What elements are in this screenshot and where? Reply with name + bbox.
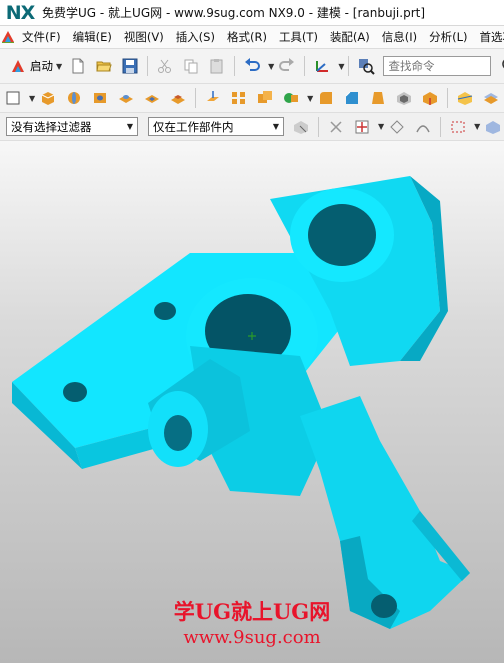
pattern-icon[interactable]: [228, 87, 250, 109]
undo-icon[interactable]: [241, 55, 263, 77]
search-icon[interactable]: [499, 55, 504, 77]
boolean-dropdown-icon[interactable]: ▼: [307, 94, 313, 103]
nx-logo: NX: [5, 1, 36, 24]
bracket-3d-model[interactable]: [0, 141, 504, 663]
pad-icon[interactable]: [167, 87, 189, 109]
boolean-icon[interactable]: [280, 87, 302, 109]
split-body-icon[interactable]: [480, 87, 502, 109]
chevron-down-icon: ▼: [126, 122, 133, 131]
graphics-window[interactable]: 学UG就上UG网 www.9sug.com: [0, 141, 504, 663]
select-point-dropdown-icon[interactable]: ▼: [378, 122, 384, 131]
draft-icon[interactable]: [367, 87, 389, 109]
box-view-icon[interactable]: [482, 116, 504, 138]
wcs-dropdown-icon[interactable]: ▼: [338, 62, 344, 71]
menu-file[interactable]: 文件(F): [16, 26, 67, 48]
revolve-icon[interactable]: [63, 87, 85, 109]
toolbar-separator: [195, 88, 197, 108]
start-icon: [12, 60, 24, 72]
menu-information[interactable]: 信息(I): [376, 26, 423, 48]
window-title: 免费学UG - 就上UG网 - www.9sug.com NX9.0 - 建模 …: [42, 6, 426, 20]
menu-format[interactable]: 格式(R): [221, 26, 273, 48]
boss-icon[interactable]: [115, 87, 137, 109]
menu-analysis[interactable]: 分析(L): [423, 26, 473, 48]
paste-icon[interactable]: [206, 55, 228, 77]
cut-icon[interactable]: [154, 55, 176, 77]
rectangle-select-icon[interactable]: [447, 116, 469, 138]
undo-dropdown-icon[interactable]: ▼: [268, 62, 274, 71]
snap-options-icon[interactable]: [386, 116, 408, 138]
selection-scope-value: 仅在工作部件内: [153, 119, 234, 134]
offset-face-icon[interactable]: [419, 87, 441, 109]
hole-icon[interactable]: [89, 87, 111, 109]
selection-scope-dropdown[interactable]: 仅在工作部件内 ▼: [148, 117, 284, 136]
menu-view[interactable]: 视图(V): [118, 26, 170, 48]
save-icon[interactable]: [119, 55, 141, 77]
rectangle-select-dropdown-icon[interactable]: ▼: [474, 122, 480, 131]
select-point-icon[interactable]: [351, 116, 373, 138]
wcs-icon[interactable]: [311, 55, 333, 77]
open-folder-icon[interactable]: [93, 55, 115, 77]
selection-filter-dropdown[interactable]: 没有选择过滤器 ▼: [6, 117, 138, 136]
new-file-icon[interactable]: [67, 55, 89, 77]
menu-edit[interactable]: 编辑(E): [67, 26, 118, 48]
chevron-down-icon: ▼: [56, 61, 63, 71]
toolbar-separator: [440, 116, 442, 137]
trim-body-icon[interactable]: [454, 87, 476, 109]
copy-icon[interactable]: [180, 55, 202, 77]
redo-icon[interactable]: [276, 55, 298, 77]
pocket-icon[interactable]: [141, 87, 163, 109]
toolbar-separator: [318, 116, 319, 137]
toolbar-separator: [447, 88, 449, 108]
toolbar-separator: [234, 56, 236, 76]
toolbar-separator: [147, 56, 149, 76]
title-bar: NX 免费学UG - 就上UG网 - www.9sug.com NX9.0 - …: [0, 0, 504, 26]
standard-toolbar: 启动 ▼ ▼ ▼ ▼: [0, 49, 504, 84]
extrude-icon[interactable]: [37, 87, 59, 109]
menu-tools[interactable]: 工具(T): [273, 26, 324, 48]
chevron-down-icon: ▼: [272, 122, 279, 131]
feature-toolbar: ▼ ▼: [0, 84, 504, 113]
watermark-title: 学UG就上UG网: [173, 599, 331, 624]
sketch-icon[interactable]: [2, 87, 24, 109]
menu-insert[interactable]: 插入(S): [170, 26, 221, 48]
nx-app-icon[interactable]: [0, 26, 16, 48]
datum-plane-icon[interactable]: [202, 87, 224, 109]
general-selection-icon[interactable]: [290, 116, 312, 138]
snap-curves-icon[interactable]: [412, 116, 434, 138]
shell-icon[interactable]: [393, 87, 415, 109]
command-search-input[interactable]: [383, 56, 492, 76]
selection-filter-value: 没有选择过滤器: [11, 119, 92, 134]
snap-point-icon[interactable]: [325, 116, 347, 138]
start-button[interactable]: 启动 ▼: [6, 54, 65, 78]
edge-blend-icon[interactable]: [315, 87, 337, 109]
menu-preferences[interactable]: 首选项: [474, 26, 504, 48]
chamfer-icon[interactable]: [341, 87, 363, 109]
toolbar-separator: [304, 56, 306, 76]
toolbar-separator: [348, 56, 350, 76]
command-finder-icon[interactable]: [355, 55, 377, 77]
unite-icon[interactable]: [254, 87, 276, 109]
sketch-dropdown-icon[interactable]: ▼: [29, 94, 35, 103]
menu-bar: 文件(F) 编辑(E) 视图(V) 插入(S) 格式(R) 工具(T) 装配(A…: [0, 26, 504, 49]
start-label: 启动: [30, 59, 53, 73]
menu-assembly[interactable]: 装配(A): [324, 26, 376, 48]
selection-toolbar: 没有选择过滤器 ▼ 仅在工作部件内 ▼ ▼ ▼: [0, 113, 504, 141]
watermark-url: www.9sug.com: [183, 627, 321, 648]
